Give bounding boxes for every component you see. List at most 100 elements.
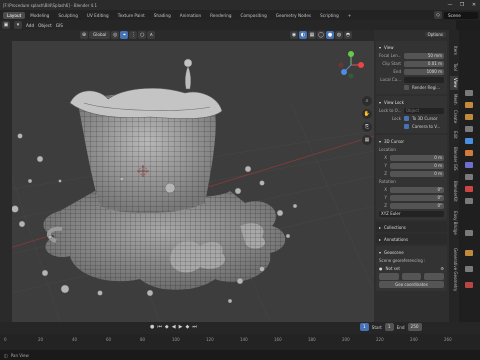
pivot-icon[interactable]: ⊕ <box>80 31 88 39</box>
play-reverse-icon[interactable]: ◀ <box>172 324 176 330</box>
tab-sculpting[interactable]: Sculpting <box>54 12 82 19</box>
rendered-shading-icon[interactable]: ◓ <box>344 31 352 39</box>
geo-option-button-1[interactable] <box>379 273 399 280</box>
perspective-grid-icon[interactable]: ▦ <box>362 135 372 145</box>
frame-range: 1 Start 1 End 250 <box>360 323 422 331</box>
cursor-y-field[interactable]: 0 m <box>390 162 444 169</box>
lock-to-object-field[interactable]: Object <box>404 107 444 114</box>
timeline-ruler[interactable]: 0 20 40 60 80 100 120 140 160 180 200 22… <box>0 334 480 350</box>
rotation-label: Rotation <box>379 179 396 184</box>
rotation-z-field[interactable]: 0° <box>390 202 444 209</box>
sidebar-tab-easy-bridge[interactable]: Easy Bridge <box>450 208 458 238</box>
prev-keyframe-icon[interactable]: ◆ <box>165 324 169 330</box>
properties-tab-icons[interactable] <box>459 30 480 322</box>
material-shading-icon[interactable]: ◍ <box>335 31 343 39</box>
to-3d-cursor-checkbox[interactable] <box>404 116 409 121</box>
rotation-x-field[interactable]: 0° <box>390 186 444 193</box>
geo-coordinates-button[interactable]: Geo coordinates <box>379 281 444 288</box>
sidebar-tab-create[interactable]: Create <box>450 108 458 126</box>
x-label: X <box>384 155 387 160</box>
next-keyframe-icon[interactable]: ◆ <box>185 324 189 330</box>
overlay-icon[interactable]: ◐ <box>299 31 307 39</box>
rotation-y-field[interactable]: 0° <box>390 194 444 201</box>
start-frame-field[interactable]: 1 <box>384 323 394 331</box>
solid-shading-icon[interactable]: ● <box>326 31 334 39</box>
tab-texture-paint[interactable]: Texture Paint <box>114 12 149 19</box>
minimize-button[interactable]: — <box>444 2 456 8</box>
camera-view-icon[interactable]: ⎘ <box>362 122 372 132</box>
scene-icon: ◇ <box>434 11 442 19</box>
navigation-gizmo[interactable] <box>336 50 366 80</box>
tab-layout[interactable]: Layout <box>3 11 26 19</box>
sidebar-tab-view[interactable]: View <box>450 76 458 90</box>
3d-viewport[interactable] <box>0 41 374 322</box>
proportional-falloff-icon[interactable]: ∧ <box>147 31 156 39</box>
current-frame-field[interactable]: 1 <box>360 323 369 331</box>
tab-modeling[interactable]: Modeling <box>26 12 53 19</box>
wireframe-shading-icon[interactable]: ◯ <box>317 31 325 39</box>
cursor-z-field[interactable]: 0 m <box>390 170 444 177</box>
sidebar-tab-blender-gis[interactable]: Blender GIS <box>450 144 458 174</box>
annotations-section[interactable]: ▸ Annotations <box>376 234 447 244</box>
tick-label: 140 <box>240 337 248 342</box>
tab-uv-editing[interactable]: UV Editing <box>83 12 113 19</box>
object-mode-icon[interactable]: ▾ <box>14 21 22 29</box>
tab-scripting[interactable]: Scripting <box>316 12 343 19</box>
geo-option-button-3[interactable] <box>424 273 445 280</box>
3d-cursor-header[interactable]: ▾ 3D Cursor <box>379 137 444 145</box>
sidebar-tab-item[interactable]: Item <box>450 44 458 58</box>
jump-end-icon[interactable]: ⏭ <box>192 324 197 330</box>
tab-geometry-nodes[interactable]: Geometry Nodes <box>272 12 315 19</box>
clip-start-field[interactable]: 0.01 m <box>404 60 444 67</box>
tab-rendering[interactable]: Rendering <box>206 12 235 19</box>
scene-field[interactable]: Scene <box>444 11 478 19</box>
sidebar-tab-blenderkit[interactable]: BlenderKit <box>450 176 458 206</box>
proportional-edit-icon[interactable]: ○ <box>138 31 147 39</box>
view-lock-header[interactable]: ▾ View Lock <box>379 98 444 106</box>
pivot-point-icon[interactable]: ◎ <box>111 31 120 39</box>
clip-end-field[interactable]: 1000 m <box>404 68 444 75</box>
focal-length-field[interactable]: 50 mm <box>404 52 444 59</box>
3d-cursor-title: 3D Cursor <box>384 138 405 144</box>
add-menu[interactable]: Add <box>26 23 34 28</box>
cursor-x-field[interactable]: 0 m <box>390 154 444 161</box>
options-button[interactable]: Options <box>424 32 446 37</box>
end-frame-field[interactable]: 250 <box>407 323 422 331</box>
maximize-button[interactable]: ❐ <box>456 2 468 8</box>
xray-icon[interactable]: ▦ <box>308 31 316 39</box>
view-section-header[interactable]: ▾ View <box>379 43 444 51</box>
camera-to-view-checkbox[interactable] <box>404 124 409 129</box>
visibility-icon[interactable]: ◉ <box>290 31 298 39</box>
sidebar-tab-generative-geometry[interactable]: Generative Geometry <box>450 240 458 300</box>
object-menu[interactable]: Object <box>38 23 52 28</box>
add-workspace-button[interactable]: + <box>344 12 356 19</box>
tab-animation[interactable]: Animation <box>176 12 205 19</box>
pan-hand-icon[interactable]: ✋ <box>362 109 372 119</box>
gis-menu[interactable]: GIS <box>56 23 63 28</box>
tab-compositing[interactable]: Compositing <box>237 12 271 19</box>
close-button[interactable]: ✕ <box>468 2 480 8</box>
render-region-checkbox[interactable] <box>404 85 409 90</box>
geoscene-header[interactable]: ▾ Geoscene <box>379 248 444 256</box>
collections-section[interactable]: ▸ Collections <box>376 222 447 232</box>
play-icon[interactable]: ▶ <box>179 324 183 330</box>
editor-type-icon[interactable]: ▣ <box>2 21 10 29</box>
3d-cursor-section: ▾ 3D Cursor Location X0 m Y0 m Z0 m Rotat… <box>376 135 447 220</box>
view-lock-section: ▾ View Lock Lock to O... Object Lock To 3D … <box>376 96 447 133</box>
record-icon[interactable]: ● <box>150 324 154 330</box>
sidebar-tab-edit[interactable]: Edit <box>450 128 458 142</box>
jump-start-icon[interactable]: ⏮ <box>157 324 162 330</box>
tick-label: 40 <box>72 337 78 342</box>
sidebar-tab-mesh[interactable]: Mesh <box>450 92 458 106</box>
tab-shading[interactable]: Shading <box>150 12 175 19</box>
geo-option-button-2[interactable] <box>401 273 422 280</box>
sidebar-tab-tool[interactable]: Tool <box>450 60 458 74</box>
rotation-mode-dropdown[interactable]: XYZ Euler <box>379 210 444 217</box>
local-camera-field[interactable] <box>404 76 444 83</box>
snap-icon[interactable]: ⌖ <box>120 31 129 39</box>
gear-icon[interactable]: ⚙ <box>440 266 444 271</box>
transform-orientation[interactable]: Global <box>89 31 111 39</box>
snap-target-icon[interactable]: ⋮ <box>129 31 138 39</box>
chevron-down-icon: ▾ <box>379 99 382 105</box>
zoom-icon[interactable]: ⌕ <box>362 96 372 106</box>
